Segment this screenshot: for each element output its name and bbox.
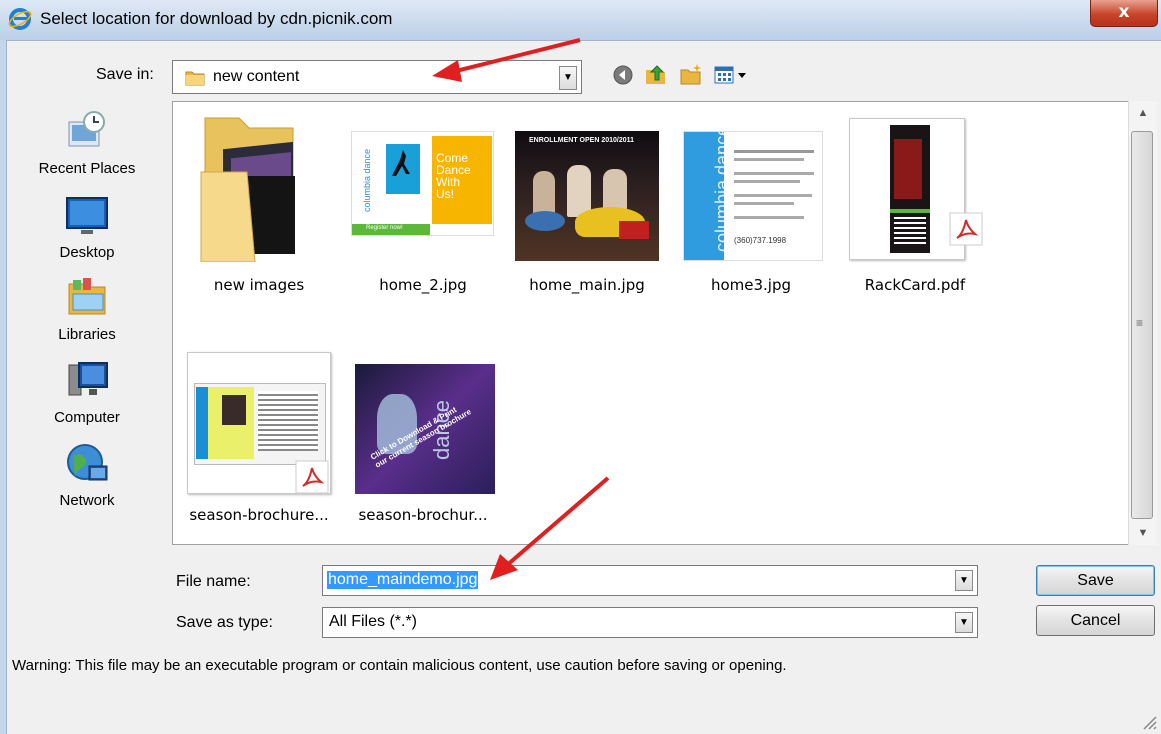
file-label: home_main.jpg	[529, 276, 645, 294]
vertical-scrollbar[interactable]: ▲ ≡ ▼	[1128, 101, 1157, 545]
view-menu-icon[interactable]	[712, 62, 756, 88]
save-in-combo[interactable]: new content ▼	[172, 60, 582, 94]
scrollbar-grip-icon: ≡	[1136, 316, 1144, 330]
place-libraries[interactable]: Libraries	[18, 274, 156, 343]
scroll-down-arrow-icon[interactable]: ▼	[1129, 527, 1157, 539]
close-button[interactable]: x	[1090, 0, 1158, 27]
file-item-season-brochure-image[interactable]: dance Click to Download & Print our curr…	[343, 348, 503, 538]
up-folder-icon[interactable]	[643, 62, 669, 88]
thumb-vertical-text: columbia dance	[362, 148, 372, 212]
file-name-input[interactable]: home_maindemo.jpg ▼	[322, 565, 978, 596]
save-in-dropdown-button[interactable]: ▼	[559, 66, 577, 90]
thumbnail-home3: columbia dance (360)737.1998	[683, 131, 823, 261]
network-icon	[67, 444, 108, 481]
save-as-type-label: Save as type:	[176, 614, 273, 631]
folder-icon	[185, 71, 205, 86]
place-label: Libraries	[58, 326, 116, 343]
window-title: Select location for download by cdn.picn…	[40, 9, 393, 28]
recent-places-icon	[68, 111, 105, 147]
place-label: Recent Places	[38, 160, 136, 177]
back-icon[interactable]	[610, 62, 636, 88]
file-item-home3[interactable]: columbia dance (360)737.1998 home3.jpg	[671, 110, 831, 300]
thumbnail-rackcard	[849, 118, 965, 260]
file-item-home-main[interactable]: ENROLLMENT OPEN 2010/2011 home_main.jpg	[507, 110, 667, 300]
internet-explorer-icon	[8, 8, 32, 30]
thumb-vertical-text: columbia dance	[712, 131, 732, 252]
file-item-rackcard[interactable]: RackCard.pdf	[835, 110, 995, 300]
warning-text: Warning: This file may be an executable …	[12, 657, 787, 674]
place-label: Desktop	[59, 244, 115, 261]
thumb-text: ENROLLMENT OPEN 2010/2011	[529, 137, 635, 144]
thumb-text: Us!	[436, 187, 454, 201]
resize-grip-icon[interactable]	[1140, 713, 1158, 731]
place-label: Computer	[54, 409, 120, 426]
thumbnail-home-main: ENROLLMENT OPEN 2010/2011	[515, 131, 659, 261]
file-list-view[interactable]: new images columbia dance Come Dance Wit…	[172, 101, 1130, 545]
scroll-up-arrow-icon[interactable]: ▲	[1129, 107, 1157, 119]
pdf-icon	[949, 212, 983, 246]
file-label: new images	[213, 276, 305, 294]
place-network[interactable]: Network	[18, 440, 156, 509]
file-label: home3.jpg	[710, 276, 792, 294]
file-label: season-brochure...	[189, 506, 329, 524]
libraries-icon	[68, 278, 106, 315]
file-name-dropdown-button[interactable]: ▼	[955, 570, 973, 591]
save-button[interactable]: Save	[1036, 565, 1155, 596]
save-as-type-select[interactable]: All Files (*.*) ▼	[322, 607, 978, 638]
file-item-home-2[interactable]: columbia dance Come Dance With Us! Regis…	[343, 110, 503, 300]
pdf-icon	[295, 460, 329, 494]
place-recent-places[interactable]: Recent Places	[18, 108, 156, 177]
thumb-text: (360)737.1998	[734, 236, 787, 245]
thumbnail-season-brochure-image: dance Click to Download & Print our curr…	[355, 364, 495, 494]
cancel-button[interactable]: Cancel	[1036, 605, 1155, 636]
file-item-new-images[interactable]: new images	[179, 110, 339, 300]
computer-icon	[68, 362, 108, 396]
file-item-season-brochure-pdf[interactable]: season-brochure...	[179, 348, 339, 538]
save-in-label: Save in:	[96, 66, 154, 83]
save-in-value: new content	[213, 68, 300, 85]
place-computer[interactable]: Computer	[18, 357, 156, 426]
place-label: Network	[59, 492, 115, 509]
file-label: home_2.jpg	[379, 276, 467, 294]
new-folder-icon[interactable]	[678, 62, 704, 88]
desktop-icon	[66, 197, 108, 234]
window-frame-left	[0, 40, 7, 734]
file-name-label: File name:	[176, 573, 251, 590]
place-desktop[interactable]: Desktop	[18, 192, 156, 261]
thumbnail-home-2: columbia dance Come Dance With Us! Regis…	[351, 131, 494, 236]
scrollbar-thumb[interactable]: ≡	[1131, 131, 1153, 519]
save-as-type-dropdown-button[interactable]: ▼	[955, 612, 973, 633]
thumb-text: Register now!	[366, 225, 403, 231]
folder-icon	[200, 117, 295, 262]
title-bar[interactable]: Select location for download by cdn.picn…	[0, 0, 1161, 41]
file-name-value[interactable]: home_maindemo.jpg	[327, 571, 479, 589]
file-label: RackCard.pdf	[864, 276, 966, 294]
file-label: season-brochur...	[358, 506, 488, 524]
save-as-type-value: All Files (*.*)	[329, 613, 418, 630]
